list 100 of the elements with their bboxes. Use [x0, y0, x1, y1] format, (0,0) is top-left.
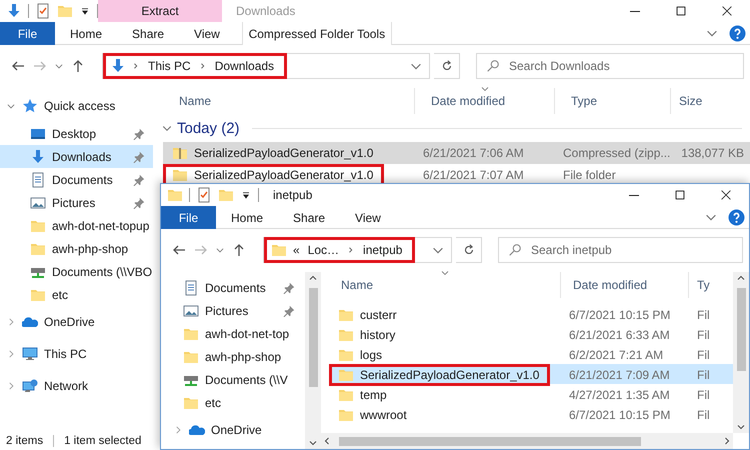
column-header[interactable]: Type [555, 88, 671, 114]
scrollbar[interactable] [305, 272, 321, 449]
breadcrumb-overflow[interactable]: « [291, 243, 302, 257]
ribbon-tab[interactable]: View [340, 206, 396, 229]
scrollbar[interactable] [733, 272, 749, 433]
file-row[interactable]: temp 4/27/2021 1:35 AM Fil [329, 384, 733, 404]
breadcrumb-item[interactable]: This PC [146, 59, 193, 73]
computer-icon [22, 346, 38, 362]
nav-item[interactable]: OneDrive [44, 315, 95, 329]
group-header[interactable]: Today (2) [177, 120, 240, 136]
type-cell-text: Fil [696, 408, 711, 422]
scrollbar[interactable] [321, 433, 733, 449]
network-icon [22, 378, 38, 394]
nav-item[interactable]: Desktop [52, 126, 96, 140]
folder-icon [271, 242, 287, 258]
column-header[interactable]: Date modified [561, 272, 689, 298]
download-arrow-icon [6, 3, 22, 19]
folder-icon [172, 167, 188, 183]
file-name: SerializedPayloadGenerator_v1.0 [194, 146, 374, 160]
nav-item[interactable]: Network [44, 379, 88, 393]
properties-icon [35, 3, 51, 19]
column-header[interactable]: Size [671, 88, 750, 114]
refresh-button[interactable] [434, 53, 460, 79]
column-header[interactable]: Ty [689, 272, 733, 298]
file-row[interactable]: custerr 6/7/2021 10:15 PM Fil [329, 304, 733, 324]
document-icon [183, 280, 199, 296]
folder-icon [338, 347, 354, 363]
folder-icon [338, 307, 354, 323]
nav-item[interactable]: Pictures [205, 304, 248, 318]
nav-item[interactable]: awh-dot-net-topup [52, 218, 150, 232]
nav-item[interactable]: This PC [44, 347, 87, 361]
selected-file-row[interactable]: SerializedPayloadGenerator_v1.0 6/21/2021 7:06 AM Compressed (zipp... 138,077 KB [163, 142, 750, 164]
ribbon-tab[interactable]: Share [117, 22, 180, 45]
date-cell-text: 6/7/2021 10:15 PM [568, 408, 672, 422]
file-name: temp [360, 388, 387, 402]
pin-icon [133, 196, 145, 208]
address-bar[interactable]: « Loc… inetpub [263, 237, 452, 263]
nav-item[interactable]: Quick access [44, 99, 116, 113]
nav-item[interactable]: Pictures [52, 196, 96, 210]
file-row[interactable]: history 6/21/2021 6:33 AM Fil [329, 324, 733, 344]
file-row[interactable]: logs 6/2/2021 7:21 AM Fil [329, 344, 733, 364]
folder-icon [167, 187, 183, 203]
nav-item[interactable]: etc [205, 396, 222, 410]
breadcrumb-item[interactable]: inetpub [361, 243, 404, 257]
new-folder-icon [218, 187, 234, 203]
status-text: 1 item selected [64, 435, 142, 447]
file-name: wwwroot [360, 408, 407, 422]
type-cell-text: Fil [696, 308, 711, 322]
ribbon-tab[interactable]: Home [55, 22, 118, 45]
close-icon [719, 188, 733, 202]
refresh-button[interactable] [456, 237, 482, 263]
nav-item[interactable]: Documents [205, 280, 266, 294]
pin-icon [133, 128, 145, 140]
ribbon-tab[interactable]: View [179, 22, 235, 45]
ribbon-tab[interactable]: Home [216, 206, 278, 229]
breadcrumb-item[interactable]: Downloads [212, 59, 276, 73]
nav-item[interactable]: etc [52, 288, 68, 302]
file-row[interactable]: wwwroot 6/7/2021 10:15 PM Fil [329, 404, 733, 424]
pin-icon [133, 150, 145, 162]
column-header[interactable]: Name [329, 272, 561, 298]
address-bar[interactable]: This PC Downloads [102, 53, 430, 79]
type-cell-text: File folder [562, 168, 617, 182]
document-icon [30, 172, 46, 188]
nav-item[interactable]: Downloads [52, 150, 112, 164]
nav-item[interactable]: awh-php-shop [52, 242, 128, 256]
file-name: SerializedPayloadGenerator_v1.0 [360, 368, 540, 382]
nav-item[interactable]: awh-dot-net-top [205, 326, 290, 340]
help-icon [728, 208, 745, 226]
breadcrumb-item[interactable]: Loc… [306, 243, 342, 257]
type-cell-text: Fil [696, 368, 711, 382]
search-field[interactable]: Search Downloads [476, 53, 744, 79]
ribbon-tab[interactable]: Share [278, 206, 340, 229]
selected-file-row[interactable]: SerializedPayloadGenerator_v1.0 6/21/2021 7:09 AM Fil [329, 364, 733, 384]
type-cell-text: Fil [696, 328, 711, 342]
pin-icon [283, 282, 295, 294]
column-header[interactable]: Date modified [415, 88, 555, 114]
star-icon [22, 98, 38, 114]
new-folder-icon [57, 3, 73, 19]
folder-icon [338, 367, 354, 383]
column-header[interactable]: Name [163, 88, 415, 114]
date-cell-text: 6/21/2021 7:06 AM [422, 146, 525, 160]
date-cell-text: 6/21/2021 7:09 AM [568, 368, 671, 382]
type-cell-text: Fil [696, 348, 711, 362]
minimize-icon [630, 10, 640, 12]
pin-icon [283, 304, 295, 316]
nav-item[interactable]: Documents [52, 172, 113, 186]
picture-icon [183, 302, 199, 318]
nav-item[interactable]: awh-php-shop [205, 350, 282, 364]
search-field[interactable]: Search inetpub [498, 237, 743, 263]
nav-item[interactable]: OneDrive [211, 423, 262, 437]
file-tab[interactable]: File [0, 22, 55, 45]
type-cell-text: Compressed (zipp... [562, 146, 671, 160]
nav-item[interactable]: Documents (\\V [205, 372, 288, 386]
properties-icon [196, 187, 212, 203]
file-tab[interactable]: File [161, 206, 216, 229]
nav-item[interactable]: Documents (\\VBO [52, 264, 152, 278]
context-tab-group: Extract [98, 0, 222, 22]
help-icon [729, 24, 746, 42]
status-text: 2 items [6, 435, 44, 447]
folder-icon [338, 327, 354, 343]
